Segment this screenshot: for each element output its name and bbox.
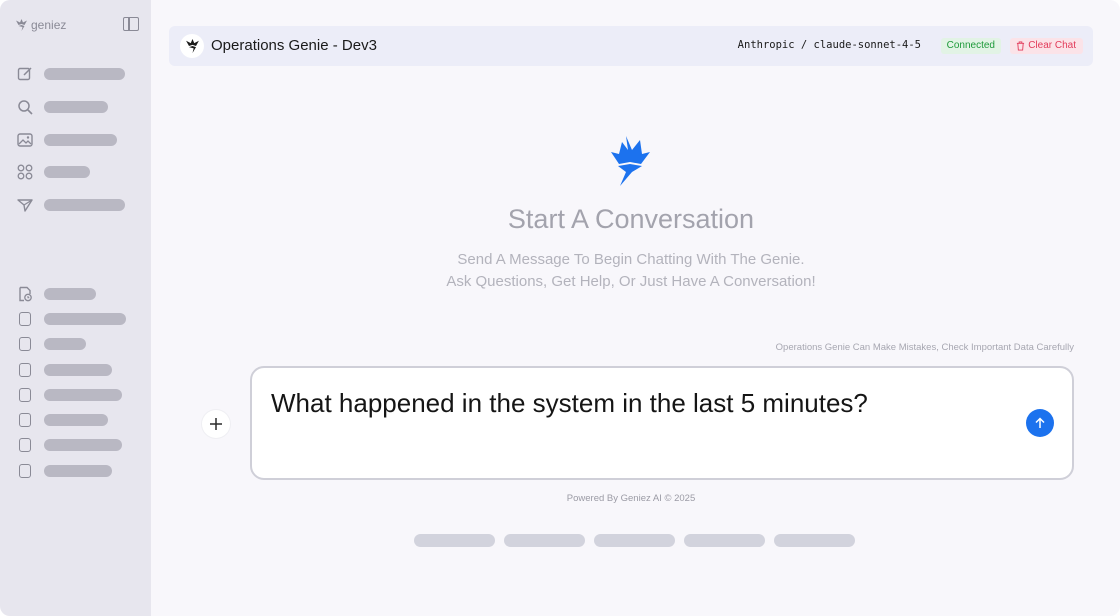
footer-powered-by: Powered By Geniez AI © 2025 xyxy=(566,493,696,504)
trash-icon xyxy=(1017,41,1025,51)
history-item-placeholder xyxy=(44,465,112,477)
history-item[interactable] xyxy=(16,285,96,303)
genie-logo-icon xyxy=(180,34,204,58)
brand-name: geniez xyxy=(31,18,67,32)
document-icon xyxy=(16,463,33,480)
message-composer xyxy=(250,366,1074,480)
add-attachment-button[interactable] xyxy=(202,410,230,438)
history-item-placeholder xyxy=(44,338,86,350)
send-icon xyxy=(16,197,33,214)
send-button[interactable] xyxy=(1026,409,1054,437)
sidebar-item-placeholder xyxy=(44,68,125,80)
history-item-placeholder xyxy=(44,389,122,401)
sidebar-item-placeholder xyxy=(44,166,90,178)
model-label: Anthropic / claude-sonnet-4-5 xyxy=(737,39,921,51)
arrow-up-icon xyxy=(1035,417,1045,428)
history-item[interactable] xyxy=(16,361,112,379)
apps-icon xyxy=(16,164,33,181)
message-input[interactable] xyxy=(271,388,1011,419)
brand-logo[interactable]: geniez xyxy=(16,18,66,32)
suggestion-chip-placeholder[interactable] xyxy=(684,534,765,547)
sidebar-item-new-chat[interactable] xyxy=(16,65,125,83)
sidebar-toggle-icon[interactable] xyxy=(123,17,139,31)
image-icon xyxy=(16,132,33,149)
clear-chat-label: Clear Chat xyxy=(1028,40,1076,51)
page-title: Operations Genie - Dev3 xyxy=(211,37,377,54)
plus-icon xyxy=(210,418,222,430)
sidebar-item-send[interactable] xyxy=(16,196,125,214)
document-icon xyxy=(16,336,33,353)
status-badge: Connected xyxy=(940,38,1001,54)
history-item-placeholder xyxy=(44,439,122,451)
edit-icon xyxy=(16,66,33,83)
suggestion-chip-placeholder[interactable] xyxy=(774,534,855,547)
sidebar-item-placeholder xyxy=(44,101,108,113)
document-icon xyxy=(16,362,33,379)
genie-hero-logo-icon xyxy=(610,136,650,191)
suggestion-chip-placeholder[interactable] xyxy=(414,534,495,547)
history-item-placeholder xyxy=(44,313,126,325)
document-icon xyxy=(16,387,33,404)
history-item[interactable] xyxy=(16,335,86,353)
document-icon xyxy=(16,311,33,328)
disclaimer-text: Operations Genie Can Make Mistakes, Chec… xyxy=(775,342,1074,353)
history-item[interactable] xyxy=(16,436,122,454)
history-item[interactable] xyxy=(16,310,126,328)
sidebar-item-placeholder xyxy=(44,134,117,146)
sidebar: geniez xyxy=(0,0,151,616)
history-item-placeholder xyxy=(44,364,112,376)
document-icon xyxy=(16,437,33,454)
sidebar-item-images[interactable] xyxy=(16,131,117,149)
sidebar-item-search[interactable] xyxy=(16,98,108,116)
search-icon xyxy=(16,99,33,116)
document-icon xyxy=(16,412,33,429)
document-clock-icon xyxy=(16,286,33,303)
history-item[interactable] xyxy=(16,411,108,429)
history-item-placeholder xyxy=(44,414,108,426)
empty-state-title: Start A Conversation xyxy=(507,204,755,234)
app-window: geniez Operations Genie - Dev3 Anthropic… xyxy=(0,0,1120,616)
empty-state-subtitle-line2: Ask Questions, Get Help, Or Just Have A … xyxy=(446,273,816,290)
empty-state-subtitle-line1: Send A Message To Begin Chatting With Th… xyxy=(457,251,805,268)
history-item-placeholder xyxy=(44,288,96,300)
genie-logo-icon xyxy=(16,19,27,31)
history-item[interactable] xyxy=(16,462,112,480)
suggestion-chip-placeholder[interactable] xyxy=(594,534,675,547)
suggestion-chip-placeholder[interactable] xyxy=(504,534,585,547)
sidebar-item-placeholder xyxy=(44,199,125,211)
clear-chat-button[interactable]: Clear Chat xyxy=(1010,38,1083,54)
chat-header: Operations Genie - Dev3 Anthropic / clau… xyxy=(169,26,1093,66)
sidebar-item-apps[interactable] xyxy=(16,163,90,181)
history-item[interactable] xyxy=(16,386,122,404)
